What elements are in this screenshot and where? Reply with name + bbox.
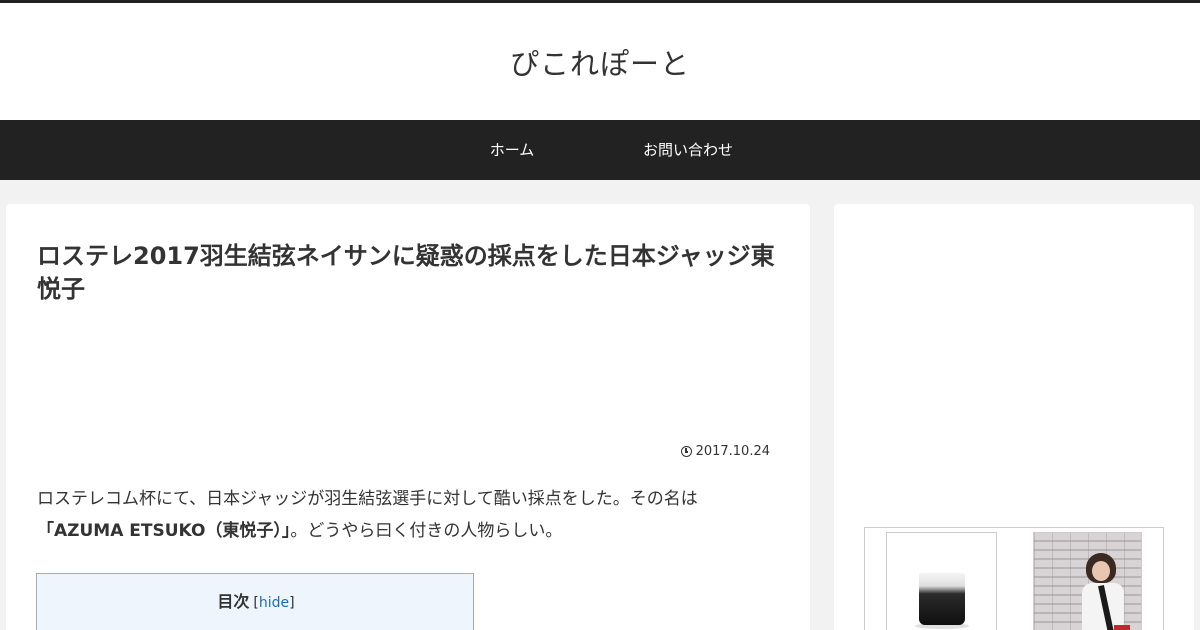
toc-header: 目次 [hide] [37,588,475,612]
main-nav: ホーム お問い合わせ [0,120,1200,180]
sidebar [834,204,1194,630]
site-header: ぴこれぽーと [0,3,1200,120]
toc-toggle: [hide] [253,595,294,611]
nav-item-contact[interactable]: お問い合わせ [610,120,766,180]
toc-title: 目次 [217,592,250,611]
article-intro: ロステレコム杯にて、日本ジャッジが羽生結弦選手に対して酷い採点をした。その名は「… [37,483,777,547]
clock-icon [680,446,692,457]
figure-face [1092,561,1110,581]
post-date-text: 2017.10.24 [695,444,770,459]
post-date: 2017.10.24 [680,444,770,459]
article-card: ロステレ2017羽生結弦ネイサンに疑惑の採点をした日本ジャッジ東悦子 2017.… [6,204,810,630]
product-thumbnail-album[interactable] [1033,532,1142,630]
intro-text-end: 。どうやら曰く付きの人物らしい。 [290,521,563,541]
table-of-contents: 目次 [hide] [36,573,474,630]
cup-image [919,573,965,625]
article-title: ロステレ2017羽生結弦ネイサンに疑惑の採点をした日本ジャッジ東悦子 [37,242,775,303]
intro-text: ロステレコム杯にて、日本ジャッジが羽生結弦選手に対して酷い採点をした。その名は [37,489,698,509]
figure-red-bag [1114,625,1130,630]
site-title-link[interactable]: ぴこれぽーと [510,41,690,83]
sidebar-product-widget [864,527,1164,630]
toc-hide-link[interactable]: hide [259,595,289,611]
intro-highlight: 「AZUMA ETSUKO（東悦子）」 [37,521,291,541]
product-thumbnail-cup[interactable] [886,532,997,630]
toc-bracket-close: ] [289,595,295,611]
nav-item-home[interactable]: ホーム [447,120,577,180]
